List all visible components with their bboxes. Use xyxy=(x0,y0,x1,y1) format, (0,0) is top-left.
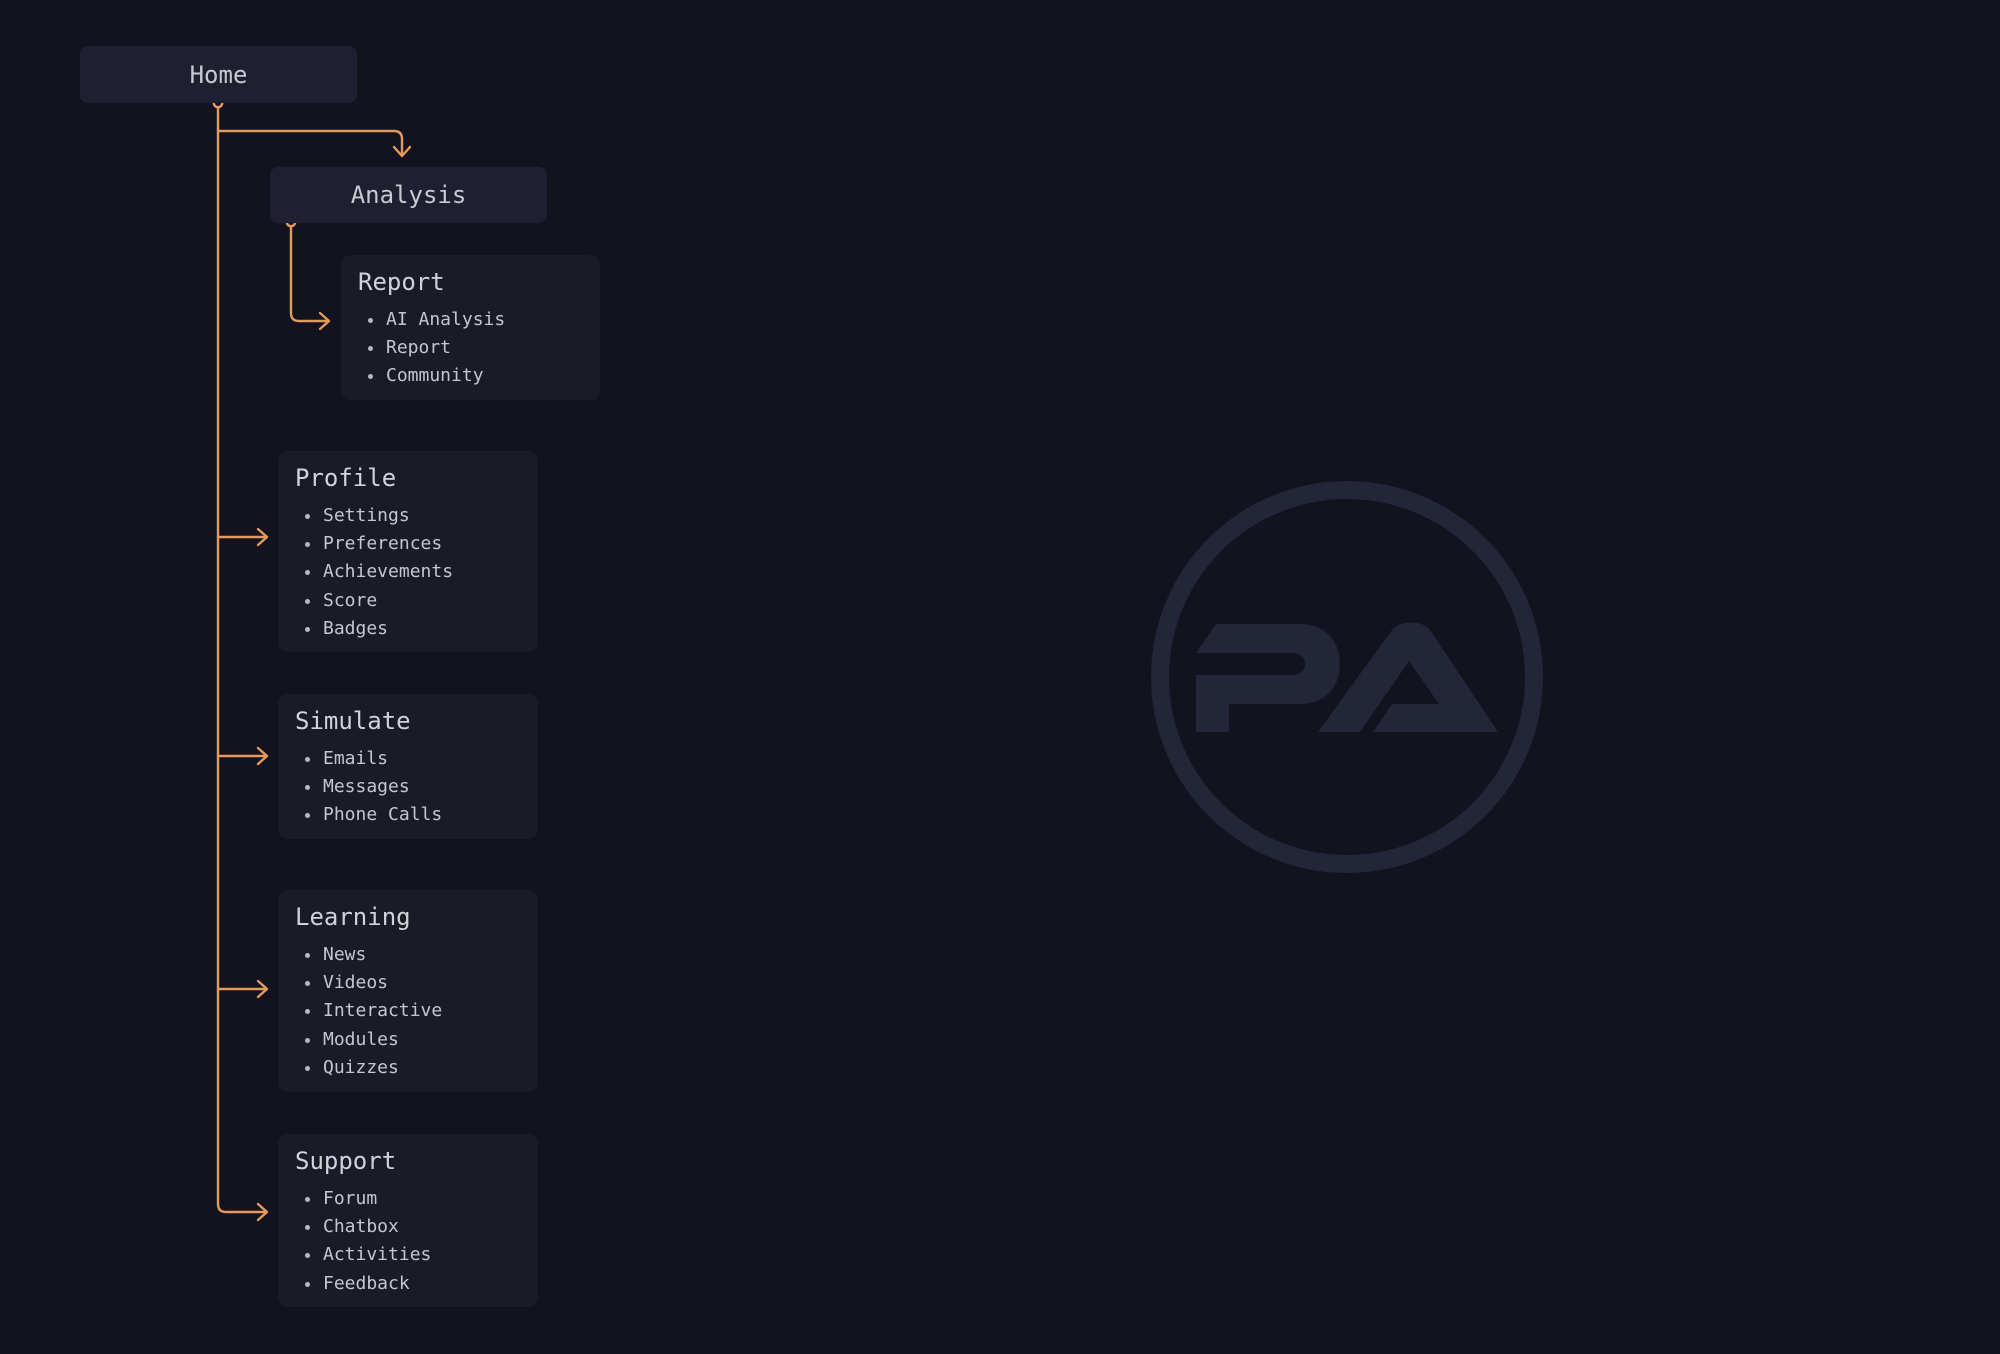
list-item[interactable]: Settings xyxy=(305,502,522,530)
logo-letter-a xyxy=(1318,622,1498,732)
report-connector xyxy=(289,224,330,323)
bullet-icon xyxy=(305,626,310,632)
simulate-card[interactable]: Simulate Emails Messages Phone Calls xyxy=(278,694,538,839)
profile-arrowhead xyxy=(256,527,269,547)
simulate-arrowhead xyxy=(256,746,269,766)
bullet-icon xyxy=(305,1225,310,1231)
list-item[interactable]: Report xyxy=(368,334,584,362)
list-item[interactable]: Emails xyxy=(305,745,522,773)
profile-card[interactable]: Profile Settings Preferences Achievement… xyxy=(278,451,538,652)
home-label: Home xyxy=(189,60,248,89)
list-item[interactable]: Videos xyxy=(305,969,522,997)
item-label: Quizzes xyxy=(323,1056,399,1078)
list-item[interactable]: Score xyxy=(305,587,522,615)
analysis-connector xyxy=(216,129,404,157)
learning-arrowhead xyxy=(256,979,269,999)
support-arrowhead xyxy=(256,1202,269,1222)
card-item-list: Forum Chatbox Activities Feedback xyxy=(295,1185,522,1298)
list-item[interactable]: Phone Calls xyxy=(305,801,522,829)
bullet-icon xyxy=(368,374,373,380)
logo-letter-p xyxy=(1196,624,1340,732)
bullet-icon xyxy=(305,1281,310,1287)
list-item[interactable]: Modules xyxy=(305,1026,522,1054)
item-label: Badges xyxy=(323,617,389,639)
list-item[interactable]: AI Analysis xyxy=(368,306,584,334)
item-label: Forum xyxy=(323,1188,378,1209)
home-node[interactable]: Home xyxy=(80,46,357,103)
list-item[interactable]: Chatbox xyxy=(305,1213,522,1241)
card-title: Report xyxy=(358,268,445,296)
list-item[interactable]: Achievements xyxy=(305,558,522,586)
item-label: Feedback xyxy=(323,1272,410,1294)
trunk-connector xyxy=(216,105,268,1214)
card-item-list: News Videos Interactive Modules Quizzes xyxy=(295,941,522,1082)
report-card[interactable]: Report AI Analysis Report Community xyxy=(341,255,600,400)
analysis-arrowhead xyxy=(392,145,412,158)
item-label: Interactive xyxy=(323,1000,443,1022)
card-item-list: AI Analysis Report Community xyxy=(358,306,584,391)
bullet-icon xyxy=(305,953,310,958)
card-title: Learning xyxy=(295,903,411,931)
item-label: Settings xyxy=(323,505,410,526)
item-label: Preferences xyxy=(323,533,443,555)
bullet-icon xyxy=(305,1037,310,1043)
item-label: Score xyxy=(323,589,378,611)
bullet-icon xyxy=(305,757,310,762)
list-item[interactable]: Quizzes xyxy=(305,1054,522,1082)
item-label: Modules xyxy=(323,1028,399,1050)
bullet-icon xyxy=(305,570,310,576)
item-label: Community xyxy=(386,365,484,387)
bullet-icon xyxy=(368,346,373,352)
item-label: Videos xyxy=(323,972,389,994)
bullet-icon xyxy=(305,1009,310,1015)
item-label: Achievements xyxy=(323,561,454,583)
bullet-icon xyxy=(305,785,310,791)
card-item-list: Emails Messages Phone Calls xyxy=(295,745,522,830)
list-item[interactable]: Forum xyxy=(305,1185,522,1213)
list-item[interactable]: Badges xyxy=(305,615,522,643)
list-item[interactable]: Activities xyxy=(305,1241,522,1269)
item-label: Activities xyxy=(323,1244,432,1266)
bullet-icon xyxy=(368,318,373,323)
pa-logo-icon xyxy=(1151,481,1543,873)
bullet-icon xyxy=(305,542,310,548)
bullet-icon xyxy=(305,1197,310,1202)
learning-card[interactable]: Learning News Videos Interactive Modules… xyxy=(278,890,538,1092)
list-item[interactable]: Feedback xyxy=(305,1270,522,1298)
list-item[interactable]: Community xyxy=(368,362,584,390)
list-item[interactable]: News xyxy=(305,941,522,969)
list-item[interactable]: Messages xyxy=(305,773,522,801)
bullet-icon xyxy=(305,1253,310,1259)
list-item[interactable]: Preferences xyxy=(305,530,522,558)
bullet-icon xyxy=(305,514,310,519)
support-card[interactable]: Support Forum Chatbox Activities Feedbac… xyxy=(278,1134,538,1307)
report-arrowhead xyxy=(318,311,331,331)
bullet-icon xyxy=(305,598,310,604)
item-label: News xyxy=(323,944,367,965)
analysis-node[interactable]: Analysis xyxy=(270,167,547,223)
card-item-list: Settings Preferences Achievements Score … xyxy=(295,502,522,643)
item-label: Emails xyxy=(323,748,389,769)
item-label: Phone Calls xyxy=(323,804,443,826)
item-label: Report xyxy=(386,337,452,359)
item-label: AI Analysis xyxy=(386,309,506,330)
item-label: Chatbox xyxy=(323,1216,399,1238)
card-title: Simulate xyxy=(295,707,411,735)
bullet-icon xyxy=(305,1065,310,1071)
bullet-icon xyxy=(305,813,310,819)
card-title: Profile xyxy=(295,464,397,492)
item-label: Messages xyxy=(323,776,410,798)
bullet-icon xyxy=(305,981,310,987)
card-title: Support xyxy=(295,1147,397,1175)
list-item[interactable]: Interactive xyxy=(305,997,522,1025)
analysis-label: Analysis xyxy=(350,181,467,209)
